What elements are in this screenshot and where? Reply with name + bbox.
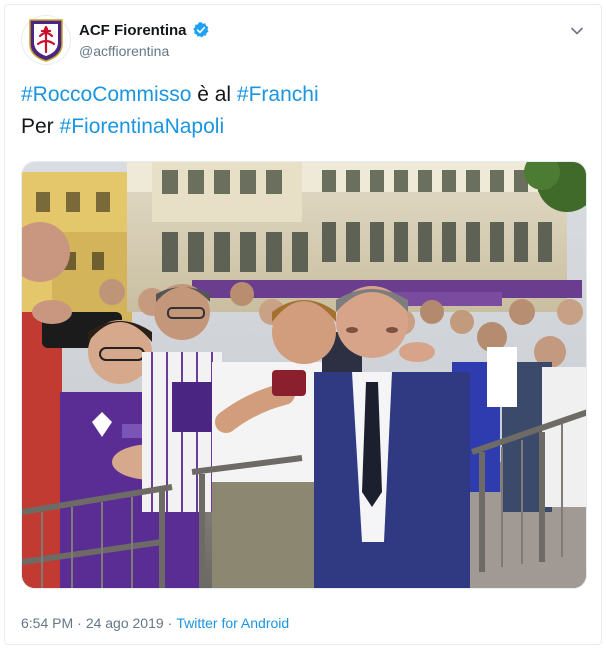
tweet-card: ACF Fiorentina @acffiorentina #RoccoComm… <box>4 4 602 645</box>
tweet-meta: 6:54 PM · 24 ago 2019 · Twitter for Andr… <box>21 615 289 631</box>
chevron-down-icon[interactable] <box>569 23 585 39</box>
name-row: ACF Fiorentina <box>79 21 210 39</box>
tweet-date[interactable]: 24 ago 2019 <box>86 615 164 631</box>
tweet-text-segment: è al <box>191 83 237 106</box>
tweet-time[interactable]: 6:54 PM <box>21 615 73 631</box>
tweet-text-segment: Per <box>21 115 60 138</box>
tweet-photo[interactable] <box>21 161 587 589</box>
hashtag-link[interactable]: #Franchi <box>237 83 319 106</box>
crowd-selfie-photo <box>22 162 586 588</box>
verified-badge-icon <box>192 22 208 38</box>
hashtag-link[interactable]: #RoccoCommisso <box>21 83 191 106</box>
meta-separator: · <box>77 615 82 631</box>
tweet-text: #RoccoCommisso è al #Franchi Per #Fioren… <box>21 79 581 143</box>
tweet-line-1: #RoccoCommisso è al #Franchi <box>21 79 581 111</box>
display-name[interactable]: ACF Fiorentina <box>79 22 187 39</box>
fiorentina-logo-icon <box>29 19 63 62</box>
tweet-line-2: Per #FiorentinaNapoli <box>21 111 581 143</box>
tweet-source-link[interactable]: Twitter for Android <box>176 615 289 631</box>
meta-separator: · <box>167 615 173 631</box>
avatar[interactable] <box>21 15 71 65</box>
hashtag-link[interactable]: #FiorentinaNapoli <box>60 115 225 138</box>
handle[interactable]: @acffiorentina <box>79 43 169 59</box>
